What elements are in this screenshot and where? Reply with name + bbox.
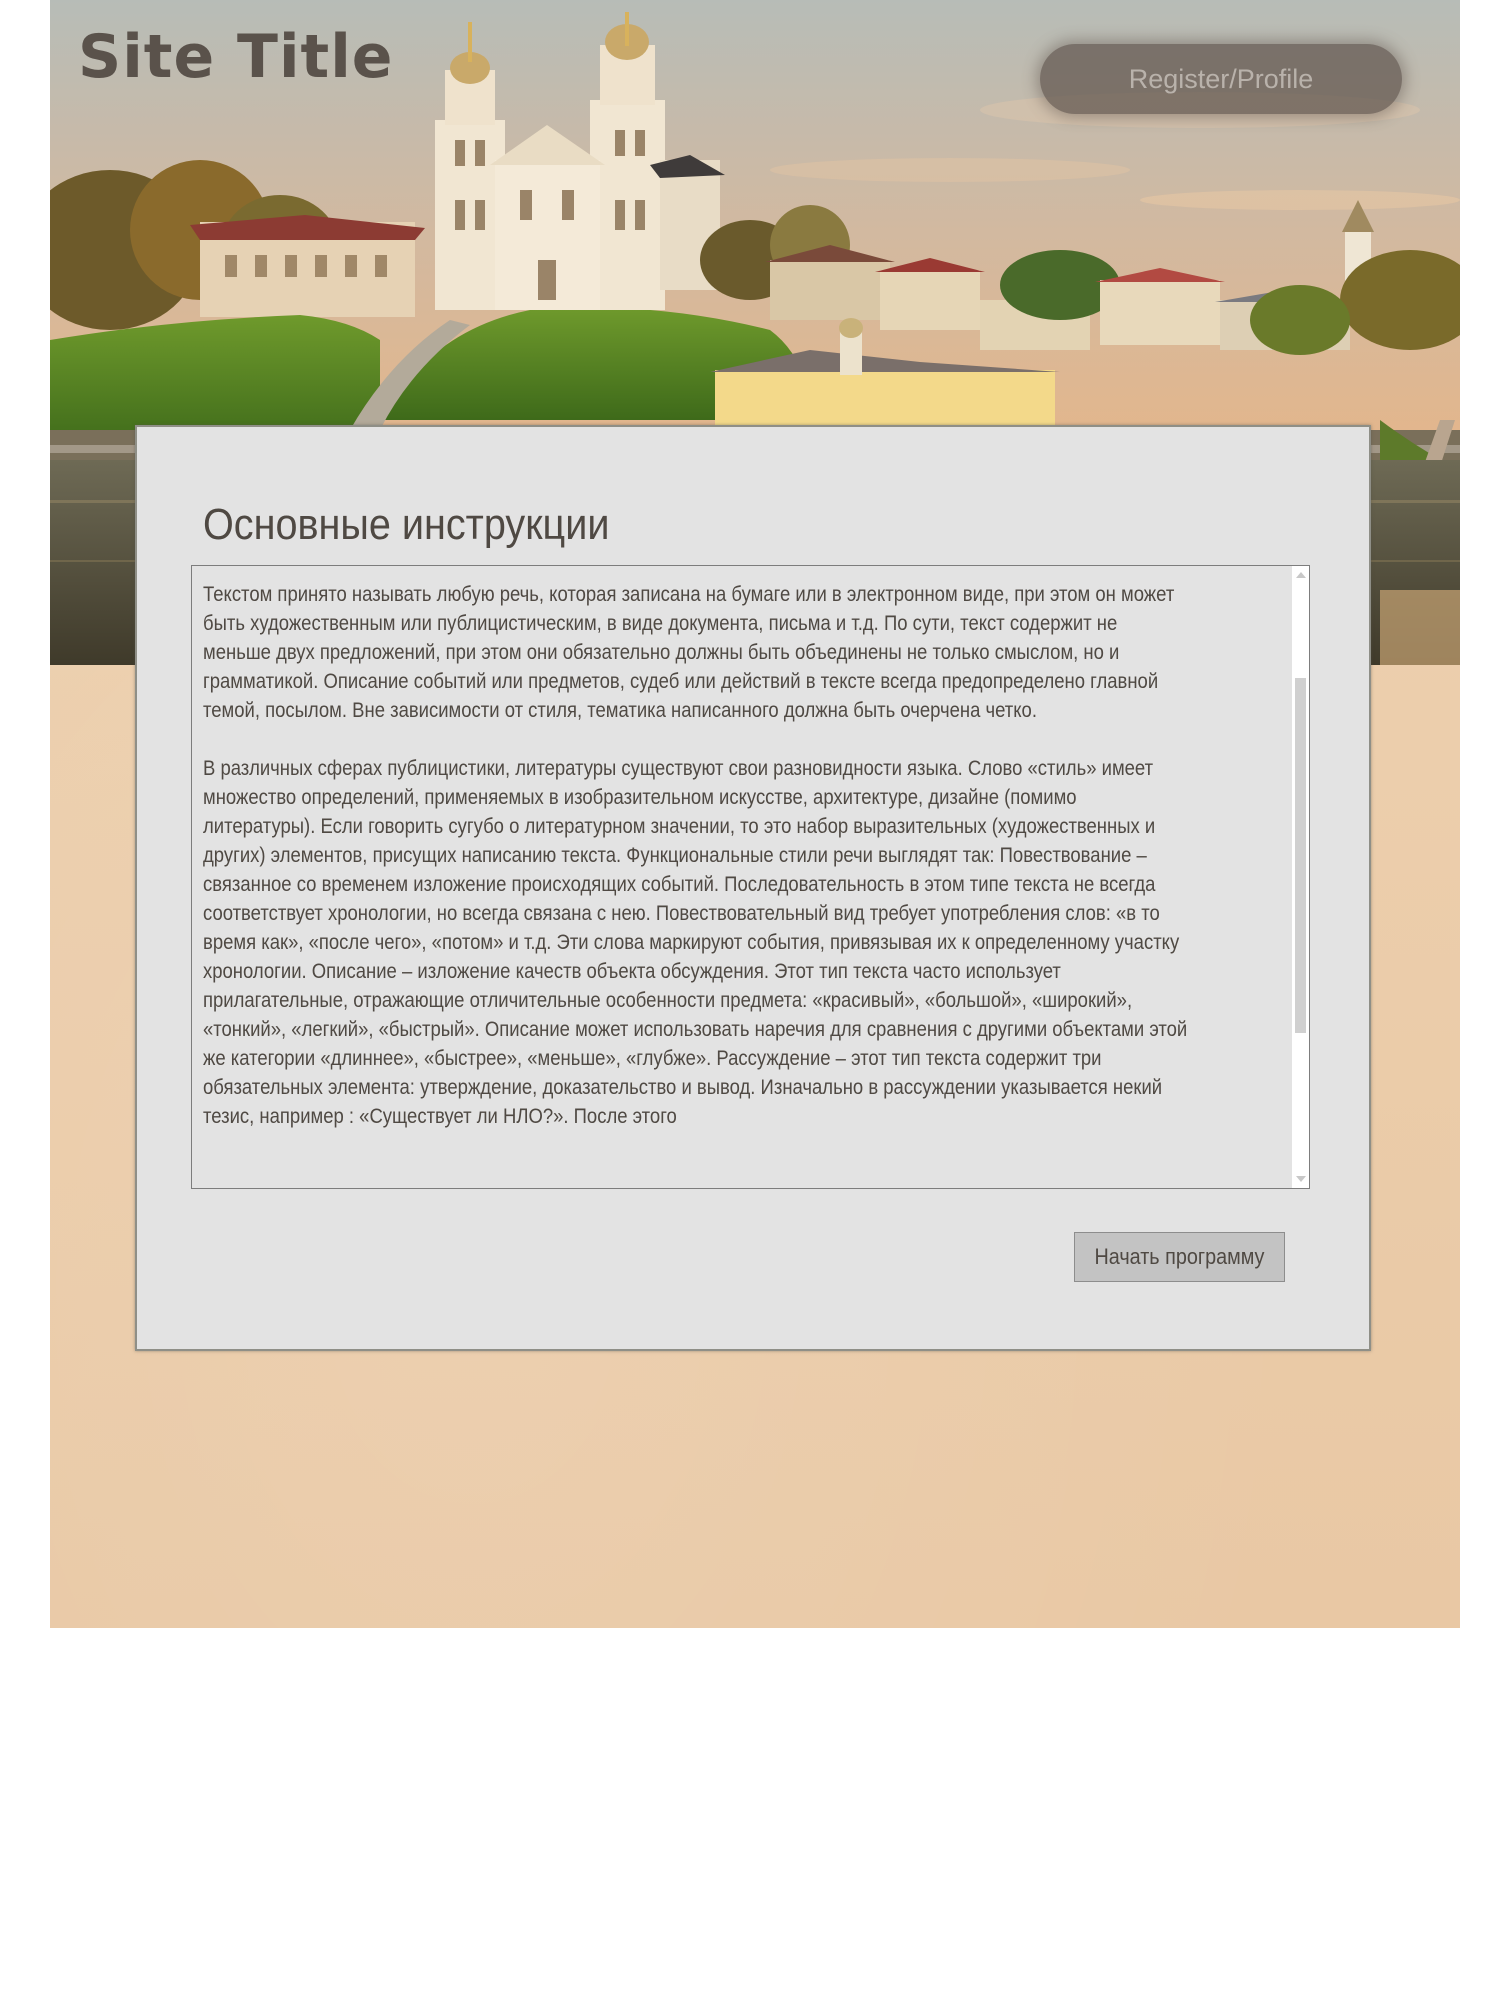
page-background: Site Title Register/Profile Основные инс… xyxy=(50,0,1460,1628)
instructions-paragraph: Текстом принято называть любую речь, кот… xyxy=(203,583,1175,722)
scroll-thumb[interactable] xyxy=(1295,678,1306,1033)
instructions-text: Текстом принято называть любую речь, кот… xyxy=(203,580,1189,1160)
scroll-up-arrow-icon[interactable] xyxy=(1296,572,1306,578)
site-title: Site Title xyxy=(78,22,394,92)
panel-title: Основные инструкции xyxy=(203,500,610,549)
register-profile-button[interactable]: Register/Profile xyxy=(1040,44,1402,114)
start-program-button-label: Начать программу xyxy=(1094,1244,1265,1269)
vertical-scrollbar[interactable] xyxy=(1292,566,1309,1188)
instructions-panel: Основные инструкции Текстом принято назы… xyxy=(135,425,1371,1351)
instructions-text-area[interactable]: Текстом принято называть любую речь, кот… xyxy=(191,565,1310,1189)
start-program-button[interactable]: Начать программу xyxy=(1074,1232,1285,1282)
instructions-paragraph: В различных сферах публицистики, литерат… xyxy=(203,757,1188,1128)
scroll-down-arrow-icon[interactable] xyxy=(1296,1176,1306,1182)
